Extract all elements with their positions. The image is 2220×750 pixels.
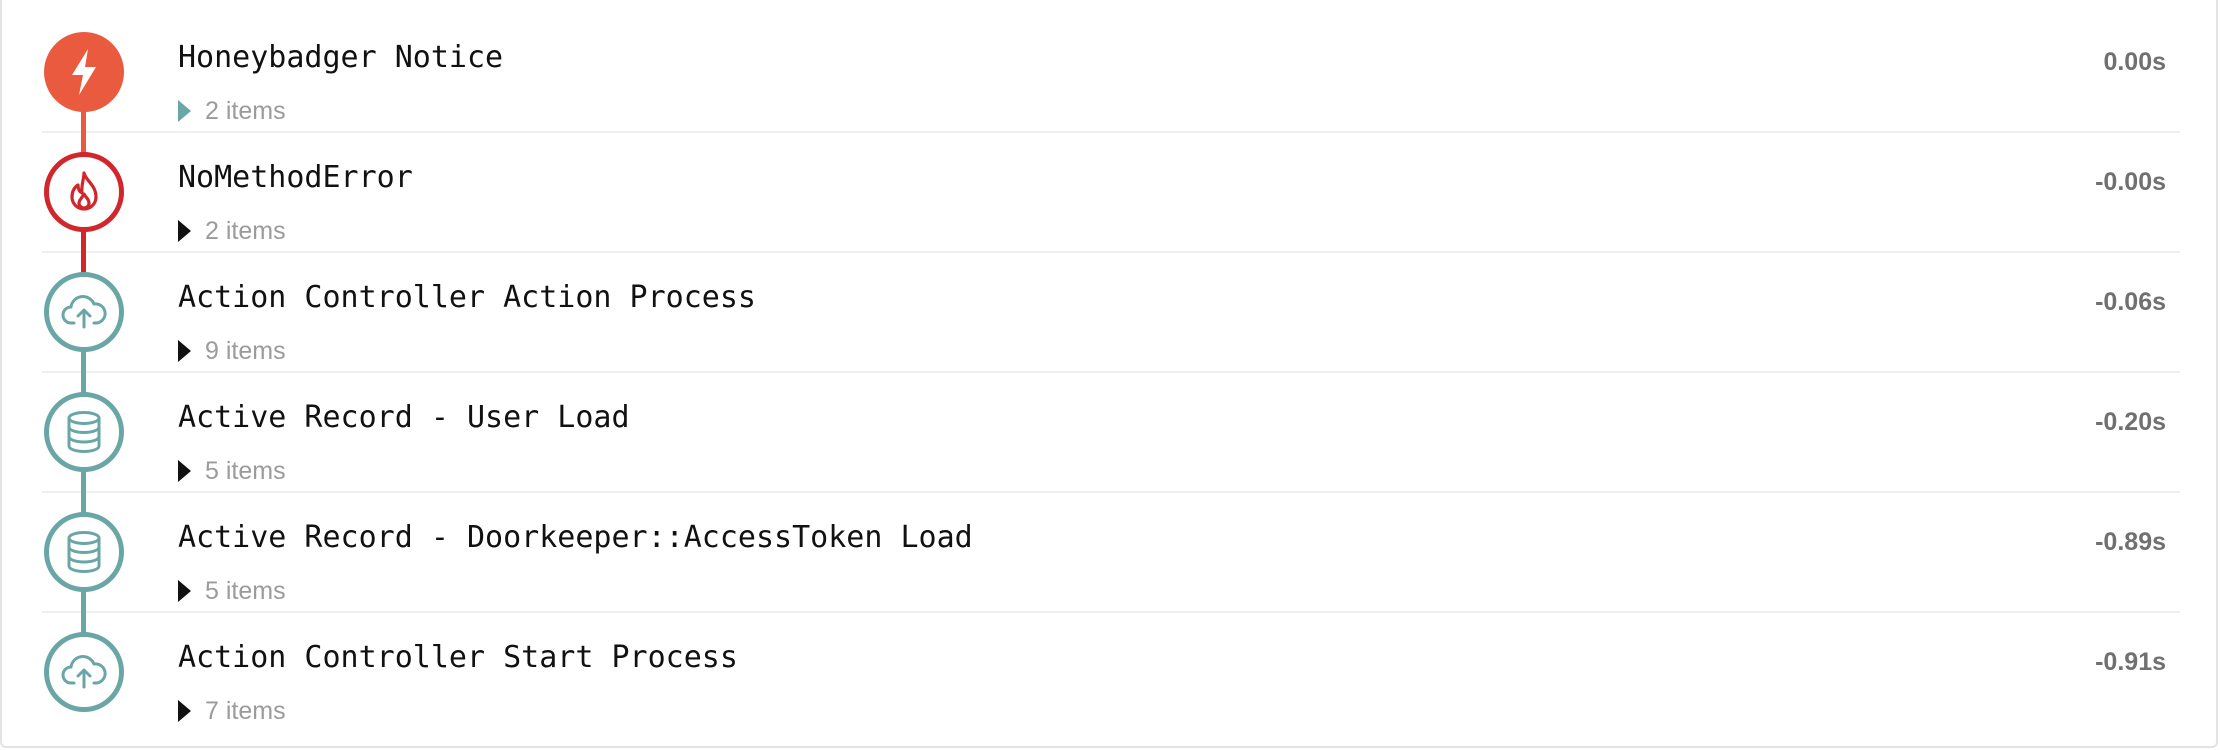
database-icon: [44, 392, 124, 472]
timeline-event: Active Record - Doorkeeper::AccessToken …: [42, 493, 2180, 613]
items-toggle[interactable]: 9 items: [178, 336, 286, 366]
event-time: -0.00s: [2095, 168, 2166, 196]
event-title: Action Controller Start Process: [178, 640, 738, 675]
flame-icon: [44, 152, 124, 232]
caret-right-icon: [178, 220, 191, 242]
timeline-connector: [81, 105, 86, 155]
event-time: -0.06s: [2095, 288, 2166, 316]
event-title: Action Controller Action Process: [178, 280, 756, 315]
caret-right-icon: [178, 340, 191, 362]
items-toggle[interactable]: 7 items: [178, 696, 286, 726]
event-time: -0.91s: [2095, 648, 2166, 676]
timeline-event: Active Record - User Load 5 items -0.20s: [42, 373, 2180, 493]
timeline-event: NoMethodError 2 items -0.00s: [42, 133, 2180, 253]
cloud-upload-icon: [44, 632, 124, 712]
items-count: 5 items: [205, 456, 286, 485]
items-toggle[interactable]: 5 items: [178, 456, 286, 486]
database-icon: [44, 512, 124, 592]
event-time: -0.20s: [2095, 408, 2166, 436]
timeline-connector: [81, 465, 86, 515]
caret-right-icon: [178, 100, 191, 122]
timeline-event: Action Controller Start Process 7 items …: [42, 613, 2180, 733]
items-count: 7 items: [205, 696, 286, 725]
items-count: 2 items: [205, 216, 286, 245]
lightning-icon: [44, 32, 124, 112]
event-time: -0.89s: [2095, 528, 2166, 556]
caret-right-icon: [178, 460, 191, 482]
items-toggle[interactable]: 2 items: [178, 96, 286, 126]
cloud-upload-icon: [44, 272, 124, 352]
items-toggle[interactable]: 5 items: [178, 576, 286, 606]
items-count: 5 items: [205, 576, 286, 605]
breadcrumbs-timeline: Honeybadger Notice 2 items 0.00s NoMetho…: [0, 0, 2218, 748]
timeline-event: Honeybadger Notice 2 items 0.00s: [42, 13, 2180, 133]
caret-right-icon: [178, 700, 191, 722]
items-toggle[interactable]: 2 items: [178, 216, 286, 246]
event-title: Active Record - User Load: [178, 400, 630, 435]
caret-right-icon: [178, 580, 191, 602]
event-time: 0.00s: [2103, 48, 2166, 76]
event-title: NoMethodError: [178, 160, 413, 195]
timeline-event: Action Controller Action Process 9 items…: [42, 253, 2180, 373]
timeline-connector: [81, 585, 86, 635]
event-title: Active Record - Doorkeeper::AccessToken …: [178, 520, 973, 555]
timeline-connector: [81, 225, 86, 275]
timeline-connector: [81, 345, 86, 395]
items-count: 2 items: [205, 96, 286, 125]
event-title: Honeybadger Notice: [178, 40, 504, 75]
items-count: 9 items: [205, 336, 286, 365]
